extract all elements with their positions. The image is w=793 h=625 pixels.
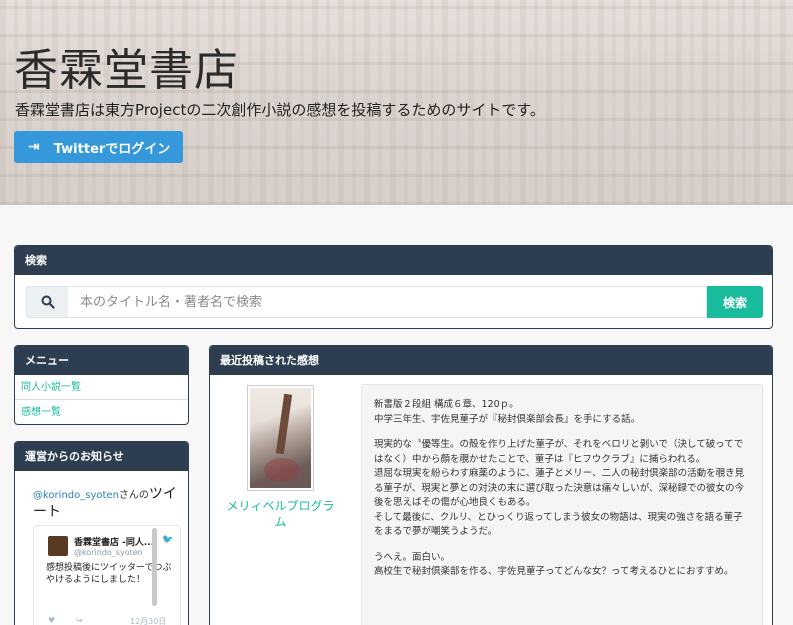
timeline-scrollbar[interactable] — [152, 528, 157, 606]
sign-in-icon: ⇥ — [28, 139, 40, 155]
review-line: 退屈な現実を紛らわす麻薬のように、蓮子とメリー、二人の秘封倶楽部の活動を覗き見る… — [374, 468, 745, 508]
search-row: 検索 — [26, 286, 763, 318]
search-button[interactable]: 検索 — [707, 286, 763, 318]
menu-heading: メニュー — [15, 346, 188, 375]
review-line: うへえ。面白い。 — [374, 551, 451, 563]
twitter-bird-icon: 🐦 — [162, 535, 174, 545]
book-cover-image[interactable] — [247, 385, 314, 491]
search-input[interactable] — [68, 286, 707, 318]
tweet-author-name[interactable]: 香霖堂書店 -同人... — [74, 535, 154, 548]
notice-panel: 運営からのお知らせ @korindo_syotenさんのツイート 香霖堂書店 -… — [14, 441, 189, 625]
recent-reviews-panel: 最近投稿された感想 メリィベルプログラム 新書版２段組 構成６章、120ｐ。 中… — [209, 345, 773, 625]
timeline-handle-link[interactable]: @korindo_syoten — [33, 490, 119, 501]
hero-banner: 香霖堂書店 香霖堂書店は東方Projectの二次創作小説の感想を投稿するためのサ… — [0, 0, 793, 205]
menu-item-reviews[interactable]: 感想一覧 — [15, 400, 188, 424]
review-line: 現実的な〝優等生。の殻を作り上げた菫子が、それをベロリと剥いで（決して破ってでは… — [374, 439, 744, 465]
twitter-timeline-title: @korindo_syotenさんのツイート — [33, 486, 183, 520]
notice-heading: 運営からのお知らせ — [15, 442, 188, 471]
review-line: 高校生で秘封倶楽部を作る、宇佐見菫子ってどんな女？って考えるひとにおすすめ。 — [374, 566, 734, 577]
tweet-date[interactable]: 12月30日 — [130, 616, 166, 625]
search-heading: 検索 — [15, 246, 772, 275]
search-icon — [26, 286, 68, 318]
search-panel: 検索 検索 — [14, 245, 773, 329]
cover-art — [250, 388, 311, 488]
menu-panel: メニュー 同人小説一覧 感想一覧 — [14, 345, 189, 425]
review-line: 新書版２段組 構成６章、120ｐ。 — [374, 399, 519, 410]
timeline-handle-suffix: さんの — [118, 490, 149, 501]
menu-item-doujin-novels[interactable]: 同人小説一覧 — [15, 375, 188, 400]
tweet-screen-name[interactable]: @korindo_syoten — [74, 548, 143, 557]
heart-icon[interactable]: ♥ — [48, 616, 55, 625]
review-line: 中学三年生、宇佐見菫子が『秘封倶楽部会長』を手にする話。 — [374, 413, 641, 425]
twitter-login-button[interactable]: ⇥ Twitterでログイン — [14, 131, 183, 163]
book-title-link[interactable]: メリィベルプログラム — [222, 498, 339, 530]
avatar[interactable] — [48, 536, 68, 556]
recent-heading: 最近投稿された感想 — [210, 346, 772, 375]
review-line: そして最後に、クルリ、とひっくり返ってしまう彼女の物語は、現実の強さを語る菫子を… — [374, 511, 743, 538]
login-label: Twitterでログイン — [53, 141, 171, 157]
review-body: 新書版２段組 構成６章、120ｐ。 中学三年生、宇佐見菫子が『秘封倶楽部会長』を… — [361, 384, 763, 625]
site-description: 香霖堂書店は東方Projectの二次創作小説の感想を投稿するためのサイトです。 — [15, 101, 545, 119]
share-icon[interactable]: ↪ — [76, 616, 83, 625]
tweet-card[interactable]: 香霖堂書店 -同人... @korindo_syoten 🐦 感想投稿後にツイッ… — [33, 525, 181, 625]
site-title: 香霖堂書店 — [14, 45, 239, 96]
